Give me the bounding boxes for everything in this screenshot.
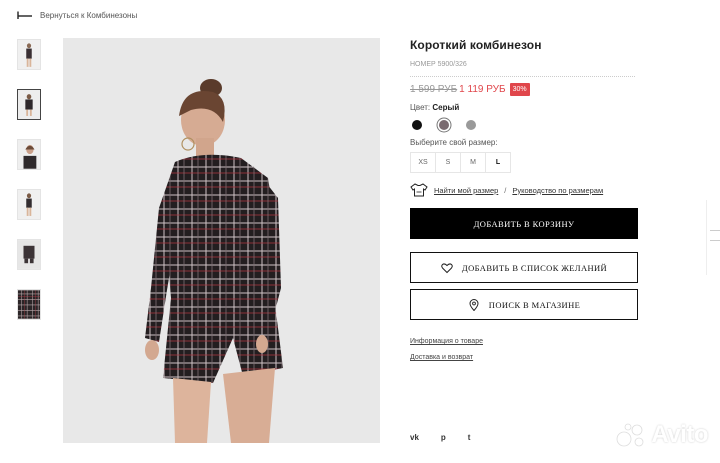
product-sku: НОМЕР 5900/326 [410,61,467,68]
color-swatch-grey[interactable] [466,120,476,130]
color-label-row: Цвет: Серый [410,103,640,112]
find-in-store-label: ПОИСК В МАГАЗИНЕ [488,299,581,310]
back-navigation[interactable]: Вернуться к Комбинезоны [16,8,137,22]
thumbnail-list [17,39,43,339]
color-label: Цвет: [410,103,431,112]
size-selector: XS S M L [410,152,640,173]
size-option-s[interactable]: S [435,152,461,173]
product-info-panel: Короткий комбинезон НОМЕР 5900/326 1 599… [410,38,640,370]
pinterest-icon[interactable]: p [441,433,446,442]
social-share: vk p t [410,433,492,442]
thumbnail-2[interactable] [17,89,41,120]
add-to-wishlist-button[interactable]: ДОБАВИТЬ В СПИСОК ЖЕЛАНИЙ [410,252,638,283]
color-value: Серый [432,103,460,112]
sale-price: 1 119 РУБ [459,83,506,95]
thumbnail-5[interactable] [17,239,41,270]
side-scroll-indicator[interactable] [706,200,720,275]
wishlist-label: ДОБАВИТЬ В СПИСОК ЖЕЛАНИЙ [461,262,608,273]
size-option-l[interactable]: L [485,152,511,173]
location-pin-icon [469,298,479,311]
thumbnail-1[interactable] [17,39,41,70]
size-option-m[interactable]: M [460,152,486,173]
add-to-cart-label: ДОБАВИТЬ В КОРЗИНУ [473,218,575,229]
add-to-cart-button[interactable]: ДОБАВИТЬ В КОРЗИНУ [410,208,638,239]
find-my-size-link[interactable]: Найти мой размер [434,186,498,195]
avito-logo-icon [616,423,644,447]
vk-icon[interactable]: vk [410,433,419,442]
discount-badge: 30% [509,82,530,96]
find-in-store-button[interactable]: ПОИСК В МАГАЗИНЕ [410,289,638,320]
heart-icon [441,262,453,273]
info-links: Информация о товаре Доставка и возврат [410,338,640,361]
size-label: Выберите свой размер: [410,138,498,147]
color-swatches [410,120,640,130]
thumbnail-6[interactable] [17,289,41,320]
guide-separator: / [504,185,507,195]
back-arrow-icon[interactable] [16,10,32,20]
avito-watermark: Avito [615,421,708,449]
product-info-link[interactable]: Информация о товаре [410,338,640,345]
avito-watermark-text: Avito [651,421,708,448]
twitter-icon[interactable]: t [468,433,471,442]
tshirt-icon [410,183,428,197]
delivery-returns-link[interactable]: Доставка и возврат [410,354,640,361]
back-link[interactable]: Вернуться к Комбинезоны [40,11,137,20]
product-main-image[interactable] [63,38,380,443]
size-guide-row: Найти мой размер / Руководство по размер… [410,183,640,197]
price-row: 1 599 РУБ 1 119 РУБ 30% [410,81,640,97]
product-title: Короткий комбинезон [410,38,542,52]
divider [410,76,635,77]
size-option-xs[interactable]: XS [410,152,436,173]
thumbnail-3[interactable] [17,139,41,170]
old-price: 1 599 РУБ [410,83,458,95]
size-guide-link[interactable]: Руководство по размерам [512,186,603,195]
thumbnail-4[interactable] [17,189,41,220]
color-swatch-plaid[interactable] [439,120,449,130]
color-swatch-black[interactable] [412,120,422,130]
